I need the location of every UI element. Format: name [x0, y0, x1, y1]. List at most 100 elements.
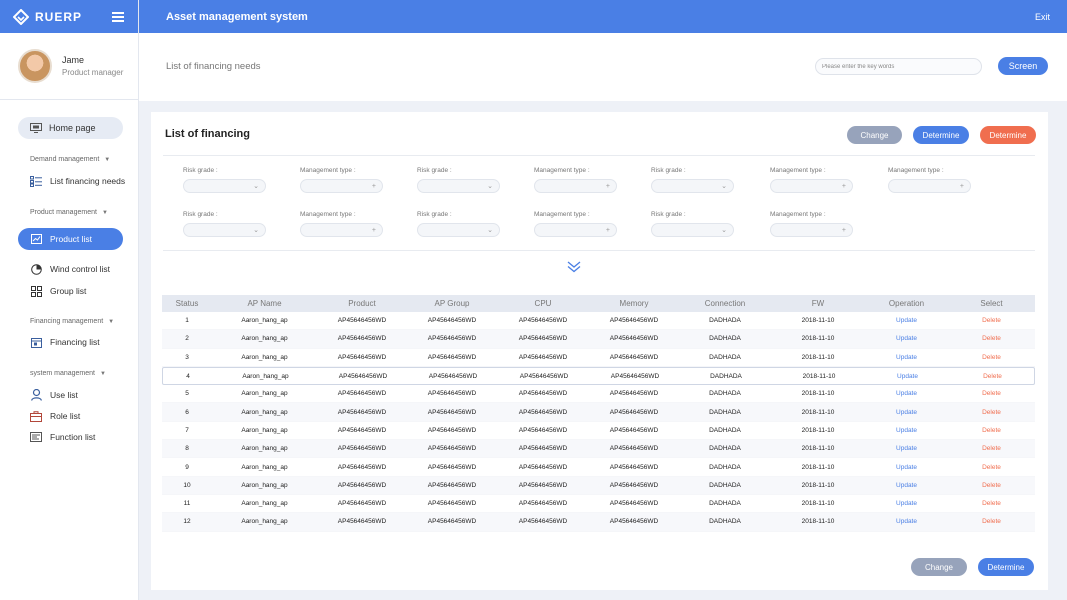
delete-link[interactable]: Delete [948, 518, 1035, 525]
sidebar-group-system[interactable]: system management ▼ [30, 370, 106, 377]
delete-link[interactable]: Delete [948, 427, 1035, 434]
delete-link[interactable]: Delete [949, 373, 1036, 380]
table-row[interactable]: 6 Aaron_hang_ap AP45646456WD AP45646456WD AP… [162, 403, 1035, 422]
sidebar-group-product[interactable]: Product management ▼ [30, 209, 108, 216]
table-row[interactable]: 7 Aaron_hang_ap AP45646456WD AP45646456WD AP… [162, 422, 1035, 441]
column-header-memory[interactable]: Memory [589, 299, 679, 308]
search-input[interactable] [815, 58, 982, 75]
delete-link[interactable]: Delete [948, 500, 1035, 507]
table-row[interactable]: 10 Aaron_hang_ap AP45646456WD AP45646456WD A… [162, 476, 1035, 495]
sidebar-item-product-list[interactable]: Product list [18, 228, 123, 250]
column-header-operation[interactable]: Operation [865, 299, 948, 308]
filter-label: Management type : [534, 167, 590, 174]
risk-grade-select[interactable]: ⌄ [417, 223, 500, 237]
sidebar-item-financing-list[interactable]: Financing list [30, 336, 100, 348]
fw-cell: 2018-11-10 [801, 317, 835, 325]
determine-button-bottom[interactable]: Determine [978, 558, 1034, 576]
determine-button-top[interactable]: Determine [913, 126, 969, 144]
update-link[interactable]: Update [865, 464, 948, 471]
update-link[interactable]: Update [865, 409, 948, 416]
risk-grade-select[interactable]: ⌄ [183, 223, 266, 237]
update-link[interactable]: Update [865, 354, 948, 361]
delete-link[interactable]: Delete [948, 445, 1035, 452]
sidebar-item-wind-control-list[interactable]: Wind control list [30, 263, 110, 275]
delete-link[interactable]: Delete [948, 390, 1035, 397]
table-row[interactable]: 2 Aaron_hang_ap AP45646456WD AP45646456WD AP… [162, 330, 1035, 349]
memory-cell: AP45646456WD [609, 353, 659, 361]
sidebar-item-group-list[interactable]: Group list [30, 285, 86, 297]
table-row[interactable]: 3 Aaron_hang_ap AP45646456WD AP45646456WD AP… [162, 349, 1035, 367]
delete-link[interactable]: Delete [948, 335, 1035, 342]
update-link[interactable]: Update [865, 518, 948, 525]
management-type-field[interactable]: + [888, 179, 971, 193]
sidebar-item-use-list[interactable]: Use list [30, 389, 78, 401]
update-link[interactable]: Update [865, 445, 948, 452]
filter-label: Risk grade : [183, 211, 218, 218]
risk-grade-select[interactable]: ⌄ [183, 179, 266, 193]
sidebar-item-role-list[interactable]: Role list [30, 410, 80, 422]
risk-grade-select[interactable]: ⌄ [651, 223, 734, 237]
table-row[interactable]: 11 Aaron_hang_ap AP45646456WD AP45646456WD A… [162, 495, 1035, 514]
table-row[interactable]: 1 Aaron_hang_ap AP45646456WD AP45646456WD AP… [162, 312, 1035, 331]
ap-name-cell: Aaron_hang_ap [241, 408, 288, 416]
column-header-ap-group[interactable]: AP Group [407, 299, 497, 308]
management-type-field[interactable]: + [534, 179, 617, 193]
memory-cell: AP45646456WD [609, 481, 659, 489]
column-header-ap-name[interactable]: AP Name [212, 299, 317, 308]
change-button-bottom[interactable]: Change [911, 558, 967, 576]
column-header-status[interactable]: Status [162, 299, 212, 308]
table-row[interactable]: 5 Aaron_hang_ap AP45646456WD AP45646456WD AP… [162, 385, 1035, 404]
table-row[interactable]: 4 Aaron_hang_ap AP45646456WD AP45646456WD AP… [162, 366, 1036, 386]
update-link[interactable]: Update [865, 482, 948, 489]
calendar-icon [30, 336, 42, 348]
table-row[interactable]: 8 Aaron_hang_ap AP45646456WD AP45646456WD AP… [162, 440, 1035, 459]
change-button-top[interactable]: Change [847, 126, 902, 144]
update-link[interactable]: Update [865, 390, 948, 397]
column-header-select[interactable]: Select [948, 299, 1035, 308]
update-link[interactable]: Update [865, 427, 948, 434]
sidebar-item-list-financing-needs[interactable]: List financing needs [30, 175, 125, 187]
connection-cell: DADHADA [709, 353, 741, 361]
delete-link[interactable]: Delete [948, 464, 1035, 471]
ap-name-cell: Aaron_hang_ap [241, 463, 288, 471]
sidebar-item-home[interactable]: Home page [18, 117, 123, 139]
table-row[interactable]: 12 Aaron_hang_ap AP45646456WD AP45646456WD A… [162, 513, 1035, 532]
management-type-field[interactable]: + [300, 223, 383, 237]
management-type-field[interactable]: + [770, 223, 853, 237]
screen-button[interactable]: Screen [998, 57, 1048, 75]
management-type-field[interactable]: + [770, 179, 853, 193]
risk-grade-select[interactable]: ⌄ [417, 179, 500, 193]
delete-link[interactable]: Delete [948, 354, 1035, 361]
column-header-cpu[interactable]: CPU [497, 299, 589, 308]
plus-icon: + [841, 227, 846, 234]
update-link[interactable]: Update [865, 500, 948, 507]
plus-icon: + [371, 227, 376, 234]
sidebar-item-function-list[interactable]: Function list [30, 431, 95, 443]
column-header-fw[interactable]: FW [771, 299, 865, 308]
delete-link[interactable]: Delete [948, 482, 1035, 489]
delete-link[interactable]: Delete [948, 317, 1035, 324]
column-header-product[interactable]: Product [317, 299, 407, 308]
management-type-field[interactable]: + [300, 179, 383, 193]
fw-cell: 2018-11-10 [801, 500, 835, 508]
expand-filters-icon[interactable] [567, 260, 581, 273]
column-header-connection[interactable]: Connection [679, 299, 771, 308]
table-row[interactable]: 9 Aaron_hang_ap AP45646456WD AP45646456WD AP… [162, 458, 1035, 477]
menu-toggle-icon[interactable] [112, 11, 125, 22]
determine-alt-button-top[interactable]: Determine [980, 126, 1036, 144]
exit-button[interactable]: Exit [1035, 12, 1050, 22]
sidebar-group-demand[interactable]: Demand management ▼ [30, 156, 110, 163]
management-type-field[interactable]: + [534, 223, 617, 237]
sidebar-group-financing[interactable]: Financing management ▼ [30, 318, 114, 325]
memory-cell: AP45646456WD [610, 372, 660, 380]
plus-icon: + [605, 183, 610, 190]
update-link[interactable]: Update [866, 373, 949, 380]
update-link[interactable]: Update [865, 335, 948, 342]
update-link[interactable]: Update [865, 317, 948, 324]
sidebar-item-label: Financing list [50, 337, 100, 347]
list-icon [30, 175, 42, 187]
risk-grade-select[interactable]: ⌄ [651, 179, 734, 193]
chevron-down-icon: ⌄ [721, 227, 727, 234]
delete-link[interactable]: Delete [948, 409, 1035, 416]
avatar[interactable] [18, 49, 52, 83]
